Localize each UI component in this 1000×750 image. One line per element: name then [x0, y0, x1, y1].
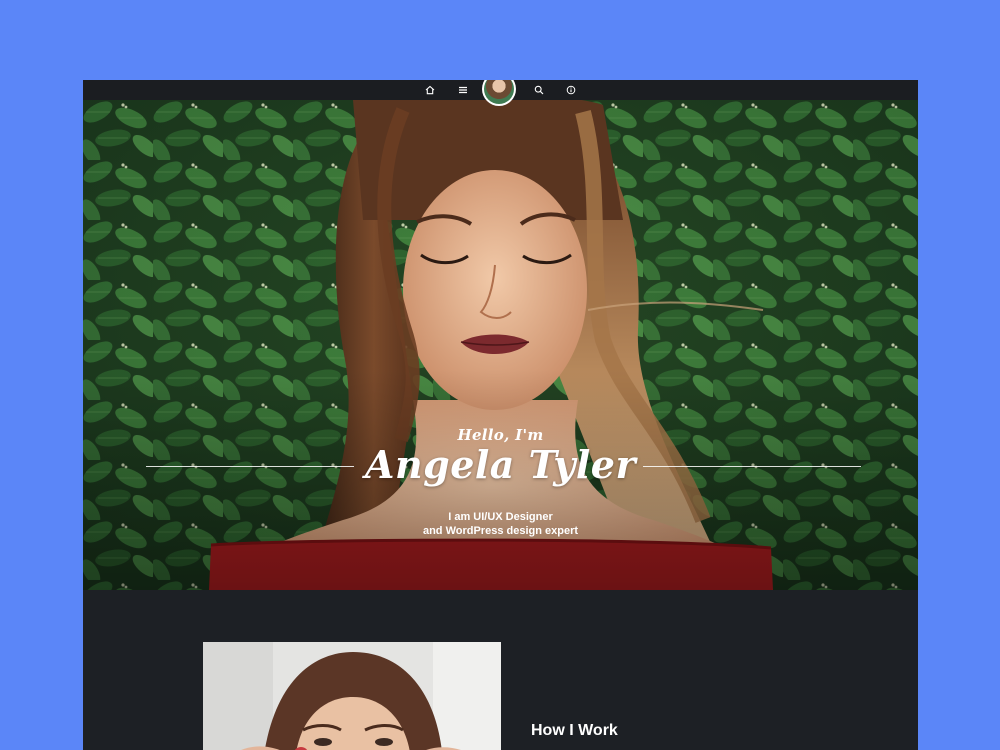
about-section: How I Work — [83, 590, 918, 750]
avatar-photo — [484, 80, 514, 104]
hero-overlay: Hello, I'm Angela Tyler I am UI/UX Desig… — [83, 100, 918, 590]
hero-tagline-line1: I am UI/UX Designer — [448, 511, 553, 523]
divider-right — [643, 466, 861, 467]
home-icon[interactable] — [422, 82, 438, 98]
hero-tagline-line2: and WordPress design expert — [422, 525, 579, 537]
info-icon[interactable] — [563, 82, 579, 98]
section-heading: How I Work — [531, 722, 618, 739]
hero-name: Angela Tyler — [365, 442, 636, 487]
hero-section: Hello, I'm Angela Tyler I am UI/UX Desig… — [83, 100, 918, 590]
about-photo — [203, 642, 501, 750]
top-navigation-bar — [83, 80, 918, 106]
search-icon[interactable] — [531, 82, 547, 98]
menu-icon[interactable] — [455, 82, 471, 98]
website-window: Hello, I'm Angela Tyler I am UI/UX Desig… — [83, 80, 918, 750]
